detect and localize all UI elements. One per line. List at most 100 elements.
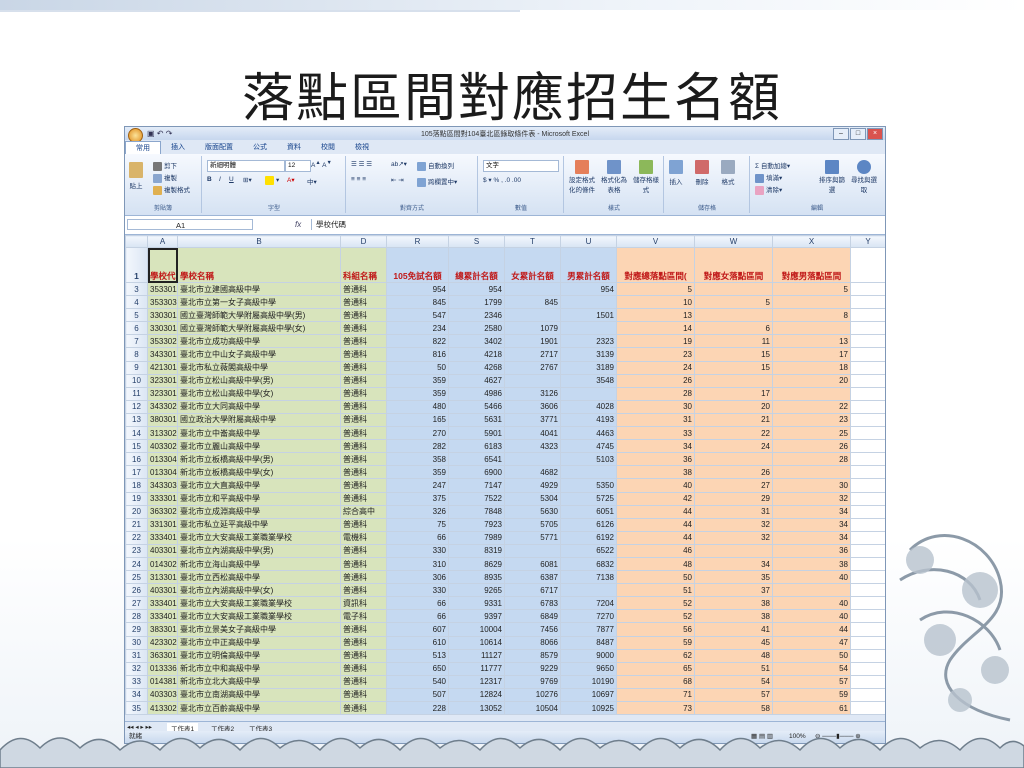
cell[interactable]: 34 [772, 517, 851, 532]
row-header[interactable]: 29 [125, 622, 148, 637]
cell[interactable]: 44 [616, 517, 695, 532]
cell[interactable] [504, 452, 561, 467]
cell[interactable]: 普通科 [340, 465, 387, 480]
cell[interactable]: 46 [616, 543, 695, 558]
cell[interactable]: 57 [772, 674, 851, 689]
cell[interactable]: 9331 [448, 596, 505, 611]
cell[interactable]: 10925 [560, 700, 617, 716]
cell[interactable]: 403301 [147, 583, 178, 598]
cell[interactable]: 新北市立中和高級中學 [177, 661, 341, 676]
cell[interactable]: 65 [616, 661, 695, 676]
cell[interactable]: 52 [616, 609, 695, 624]
cell[interactable]: 403303 [147, 687, 178, 703]
cell[interactable]: 014302 [147, 556, 178, 572]
cell[interactable]: 013304 [147, 452, 178, 467]
cell-styles-button[interactable]: 儲存格樣式 [631, 160, 661, 194]
cell[interactable]: 10697 [560, 687, 617, 703]
cell[interactable]: 4463 [560, 426, 617, 441]
row-header[interactable]: 26 [125, 583, 148, 598]
cell[interactable]: 954 [448, 281, 505, 297]
tab-insert[interactable]: 插入 [161, 141, 195, 154]
cell[interactable] [850, 247, 885, 283]
cell[interactable]: 6832 [560, 556, 617, 572]
cell[interactable]: 375 [386, 491, 449, 506]
cell[interactable]: 3606 [504, 399, 561, 414]
cell[interactable]: 臺北市立大安高級工業職業學校 [177, 530, 341, 545]
number-format-buttons[interactable]: $ ▾ % , .0 .00 [483, 176, 521, 184]
cell[interactable]: 38 [616, 465, 695, 480]
row-header[interactable]: 1 [125, 247, 148, 283]
cell[interactable]: 臺北市立景美女子高級中學 [177, 622, 341, 637]
cell[interactable]: 29 [694, 491, 773, 506]
cell[interactable]: 62 [616, 648, 695, 663]
cell[interactable]: 4218 [448, 347, 505, 362]
cell[interactable]: 女累計名額 [504, 247, 561, 283]
cell[interactable]: 10004 [448, 622, 505, 637]
cell[interactable] [694, 452, 773, 467]
grow-font-button[interactable]: A▲ A▼ [311, 160, 332, 169]
cell[interactable]: 臺北市立松山高級中學(女) [177, 386, 341, 401]
maximize-icon[interactable]: □ [850, 128, 866, 140]
cell[interactable] [850, 334, 885, 349]
cell[interactable]: 247 [386, 478, 449, 493]
cell[interactable]: 954 [386, 281, 449, 297]
cell[interactable] [850, 504, 885, 519]
cell[interactable]: 7848 [448, 504, 505, 519]
cell[interactable]: 10614 [448, 635, 505, 650]
cell[interactable]: 8487 [560, 635, 617, 650]
cell[interactable]: 國立臺灣師範大學附屬高級中學(男) [177, 308, 341, 323]
cell[interactable]: 9000 [560, 648, 617, 663]
cell[interactable]: 014381 [147, 674, 178, 689]
cell[interactable]: 13052 [448, 700, 505, 716]
tab-review[interactable]: 校閱 [311, 141, 345, 154]
cell[interactable]: 普通科 [340, 452, 387, 467]
cell[interactable] [694, 543, 773, 558]
cell[interactable]: 34 [694, 556, 773, 572]
cell[interactable]: 7456 [504, 622, 561, 637]
cell[interactable]: 6717 [504, 583, 561, 598]
row-header[interactable]: 32 [125, 661, 148, 676]
format-cells-button[interactable]: 格式 [721, 160, 735, 186]
cell[interactable]: 343301 [147, 347, 178, 362]
name-box[interactable]: A1 [127, 219, 253, 230]
cell[interactable]: 普通科 [340, 439, 387, 454]
cell[interactable]: 40 [772, 596, 851, 611]
cell[interactable]: 228 [386, 700, 449, 716]
cell[interactable]: 臺北市立成功高級中學 [177, 334, 341, 349]
cell[interactable]: 4028 [560, 399, 617, 414]
cell[interactable]: 普通科 [340, 622, 387, 637]
cell[interactable]: 新北市立北大高級中學 [177, 674, 341, 689]
cell[interactable] [850, 386, 885, 401]
cell[interactable]: 26 [694, 465, 773, 480]
format-as-table-button[interactable]: 格式化為表格 [599, 160, 629, 194]
cell[interactable]: 37 [694, 583, 773, 598]
cell[interactable]: 358 [386, 452, 449, 467]
cell[interactable]: 423302 [147, 635, 178, 650]
cell[interactable]: 7147 [448, 478, 505, 493]
cell[interactable]: 10190 [560, 674, 617, 689]
cell[interactable]: 59 [772, 687, 851, 703]
cell[interactable] [694, 373, 773, 388]
cell[interactable]: 普通科 [340, 347, 387, 362]
cell[interactable]: 普通科 [340, 687, 387, 703]
cell[interactable]: 臺北市立大安高級工業職業學校 [177, 596, 341, 611]
cell[interactable]: 22 [694, 426, 773, 441]
row-header[interactable]: 11 [125, 386, 148, 401]
cell[interactable]: 845 [386, 295, 449, 310]
cell[interactable]: 4041 [504, 426, 561, 441]
cell[interactable]: 臺北市立大安高級工業職業學校 [177, 609, 341, 624]
cell[interactable]: 17 [694, 386, 773, 401]
cell[interactable] [772, 583, 851, 598]
column-header[interactable]: X [772, 235, 851, 248]
cell[interactable]: 73 [616, 700, 695, 716]
cell[interactable]: 13 [616, 308, 695, 323]
cell[interactable]: 4268 [448, 360, 505, 375]
cell[interactable] [850, 308, 885, 323]
cell[interactable]: 353301 [147, 281, 178, 297]
cell[interactable]: 5705 [504, 517, 561, 532]
cell[interactable]: 10276 [504, 687, 561, 703]
phonetic-button[interactable]: 中▾ [307, 176, 317, 186]
cell[interactable]: 24 [616, 360, 695, 375]
cell[interactable]: 普通科 [340, 648, 387, 663]
cell[interactable]: 綜合高中 [340, 504, 387, 519]
